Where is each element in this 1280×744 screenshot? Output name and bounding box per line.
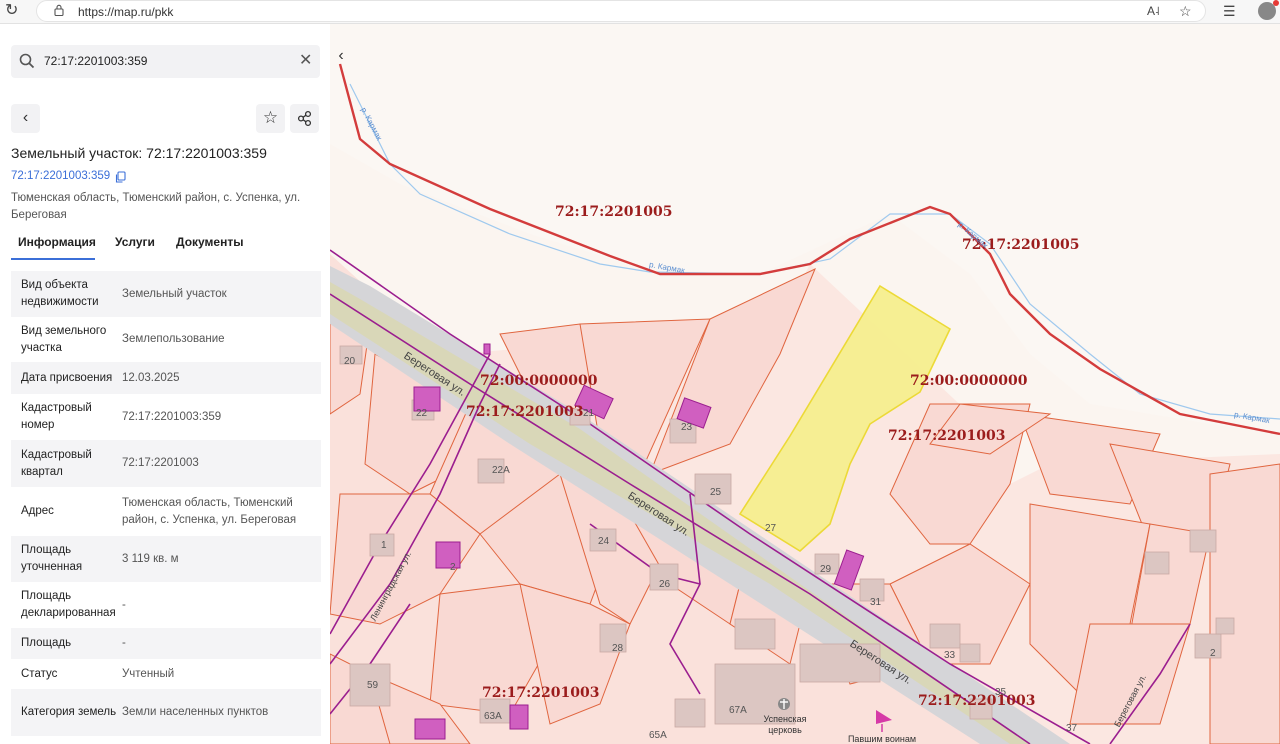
row-key: Адрес [21, 505, 54, 517]
house-number: 59 [367, 680, 379, 691]
tab-info[interactable]: Информация [18, 235, 96, 249]
row-key: Площадь [21, 637, 72, 649]
collapse-panel-button[interactable]: ‹ [330, 42, 352, 72]
active-tab-indicator [11, 258, 95, 260]
poi-church[interactable]: Успенская церковь [754, 714, 816, 736]
house-number: 31 [870, 597, 882, 608]
house-number: 65А [649, 730, 667, 741]
house-number: 22А [492, 465, 510, 476]
table-row: Статус Учтенный [11, 659, 321, 689]
house-number: 25 [710, 487, 722, 498]
house-number: 2 [450, 562, 456, 573]
house-number: 23 [681, 422, 693, 433]
cad-label: 72:17:2201003 [466, 404, 584, 420]
row-key: Вид земельного участка [21, 324, 107, 354]
object-info-panel: 72:17:2201003:359 ✕ ‹ ☆ Земельный участо… [0, 24, 330, 744]
house-number: 27 [765, 523, 777, 534]
row-key: Площадь декларированная [21, 590, 116, 619]
favorites-list-icon[interactable]: ☰ [1223, 3, 1236, 20]
url-text: https://map.ru/pkk [78, 5, 174, 19]
favorite-star-icon[interactable]: ☆ [1179, 3, 1192, 20]
table-row: Кадастровый квартал 72:17:2201003 [11, 440, 321, 487]
house-number: 24 [598, 536, 610, 547]
row-key: Площадь уточненная [21, 544, 83, 573]
row-key: Кадастровый номер [21, 402, 92, 431]
share-icon [297, 110, 312, 127]
chevron-left-icon: ‹ [22, 109, 29, 126]
row-value: Землепользование [122, 333, 225, 345]
copy-icon[interactable] [115, 171, 126, 183]
notification-dot [1273, 0, 1279, 6]
row-value: 12.03.2025 [122, 371, 180, 384]
chevron-left-icon: ‹ [338, 47, 344, 64]
house-number: 37 [1066, 723, 1078, 734]
row-value: 3 119 кв. м [122, 552, 179, 565]
house-number: 63А [484, 711, 502, 722]
house-number: 26 [659, 579, 671, 590]
object-title: Земельный участок: 72:17:2201003:359 [11, 145, 267, 161]
table-row: Вид объекта недвижимости Земельный участо… [11, 271, 321, 317]
cad-label: 72:17:2201003 [918, 693, 1036, 709]
browser-toolbar: ↻ https://map.ru/pkk A˨ ☆ ☰ [0, 0, 1280, 24]
object-address: Тюменская область, Тюменский район, с. У… [11, 192, 301, 221]
table-row: Площадь - [11, 628, 321, 659]
row-key: Категория земель [21, 706, 117, 718]
house-number: 35 [995, 687, 1007, 698]
row-key: Кадастровый квартал [21, 448, 92, 478]
tab-documents[interactable]: Документы [176, 235, 243, 249]
row-value: - [122, 637, 126, 649]
star-icon: ☆ [262, 108, 279, 127]
table-row: Адрес Тюменская область, Тюменский район,… [11, 487, 321, 536]
house-number: 29 [820, 564, 832, 575]
share-button[interactable] [290, 104, 319, 133]
house-number: 21 [583, 408, 595, 419]
row-value: Учтенный [122, 667, 175, 680]
row-value: Земли населенных пунктов [122, 706, 269, 718]
search-input[interactable]: 72:17:2201003:359 [44, 54, 147, 68]
search-field[interactable]: 72:17:2201003:359 ✕ [11, 45, 320, 78]
cadastral-map[interactable]: ‹ 72:17:2201005 72:17:2201005 72:00:0000… [330, 24, 1280, 744]
row-value: Земельный участок [122, 287, 227, 300]
row-key: Статус [21, 667, 58, 680]
row-value: 72:17:2201003 [122, 457, 199, 469]
house-number: 1 [381, 540, 387, 551]
close-icon[interactable]: ✕ [299, 52, 312, 70]
back-button[interactable]: ‹ [11, 104, 40, 133]
map-canvas[interactable] [330, 24, 1280, 744]
row-key: Вид объекта недвижимости [21, 279, 99, 308]
cad-label: 72:17:2201003 [482, 685, 600, 701]
lock-icon [54, 4, 64, 16]
row-value: Тюменская область, Тюменский район, с. У… [122, 496, 297, 526]
house-number: 28 [612, 643, 624, 654]
table-row: Площадь декларированная - [11, 582, 321, 628]
table-row: Вид земельного участка Землепользование [11, 317, 321, 362]
favorite-button[interactable]: ☆ [256, 104, 285, 133]
info-table: Вид объекта недвижимости Земельный участо… [11, 271, 321, 736]
address-bar[interactable]: https://map.ru/pkk [36, 0, 1206, 22]
row-key: Дата присвоения [21, 371, 113, 384]
search-icon [19, 53, 35, 69]
reload-icon[interactable]: ↻ [5, 3, 18, 19]
cad-number-link[interactable]: 72:17:2201003:359 [11, 170, 110, 182]
table-row: Дата присвоения 12.03.2025 [11, 362, 321, 394]
table-row: Категория земель Земли населенных пунктов [11, 689, 321, 736]
table-row: Кадастровый номер 72:17:2201003:359 [11, 394, 321, 440]
read-aloud-icon[interactable]: A˨ [1147, 4, 1160, 18]
cad-label: 72:17:2201003 [888, 428, 1006, 444]
house-number: 67А [729, 705, 747, 716]
cad-label: 72:17:2201005 [555, 204, 673, 220]
table-row: Площадь уточненная 3 119 кв. м [11, 536, 321, 582]
house-number: 33 [944, 650, 956, 661]
house-number: 2 [1210, 648, 1216, 659]
row-value: 72:17:2201003:359 [122, 410, 222, 423]
house-number: 20 [344, 356, 356, 367]
tab-services[interactable]: Услуги [115, 235, 155, 249]
cad-label: 72:00:0000000 [480, 373, 598, 389]
house-number: 22 [416, 408, 428, 419]
poi-monument[interactable]: Павшим воинам [842, 734, 922, 744]
row-value: - [122, 598, 126, 611]
cad-label: 72:00:0000000 [910, 373, 1028, 389]
